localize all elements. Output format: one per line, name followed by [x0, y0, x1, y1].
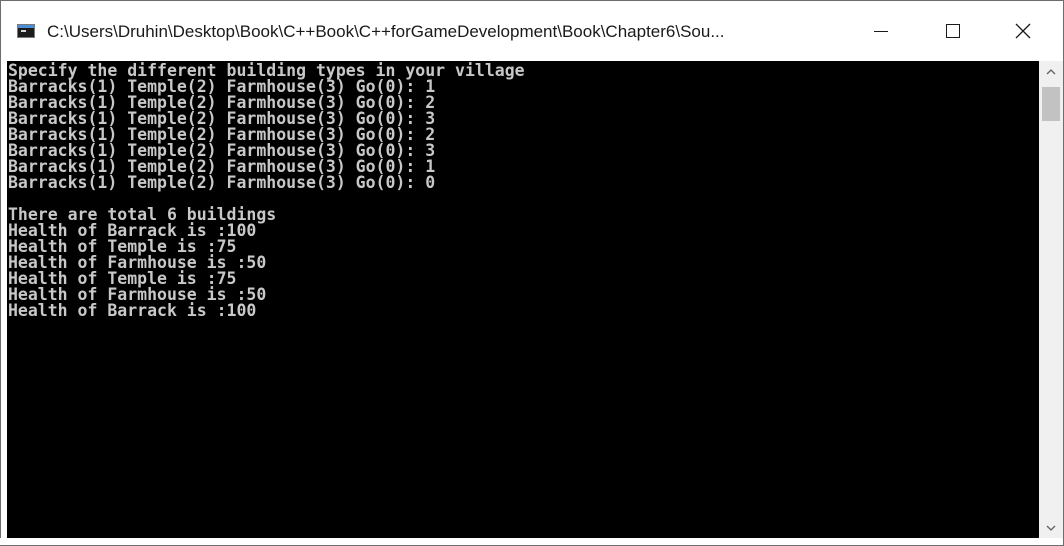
console-window: C:\Users\Druhin\Desktop\Book\C++Book\C++…: [0, 0, 1064, 546]
window-title: C:\Users\Druhin\Desktop\Book\C++Book\C++…: [47, 22, 725, 41]
console-line: Health of Barrack is :100: [8, 301, 257, 320]
maximize-icon: [946, 24, 960, 38]
scroll-thumb[interactable]: [1042, 87, 1060, 121]
console-line: Barracks(1) Temple(2) Farmhouse(3) Go(0)…: [8, 173, 436, 192]
chevron-up-icon: [1046, 69, 1056, 75]
window-bottom-edge: [0, 538, 1062, 545]
title-bar[interactable]: C:\Users\Druhin\Desktop\Book\C++Book\C++…: [1, 1, 1063, 61]
console-app-icon[interactable]: [17, 24, 35, 38]
maximize-button[interactable]: [930, 11, 976, 51]
scroll-down-button[interactable]: [1039, 517, 1063, 539]
scroll-up-button[interactable]: [1039, 61, 1063, 83]
console-output[interactable]: Specify the different building types in …: [7, 61, 1039, 539]
minimize-button[interactable]: [858, 11, 904, 51]
close-button[interactable]: [1000, 11, 1046, 51]
minimize-icon: [874, 30, 888, 32]
vertical-scrollbar[interactable]: [1039, 61, 1063, 539]
close-icon: [1015, 23, 1031, 39]
chevron-down-icon: [1046, 525, 1056, 531]
